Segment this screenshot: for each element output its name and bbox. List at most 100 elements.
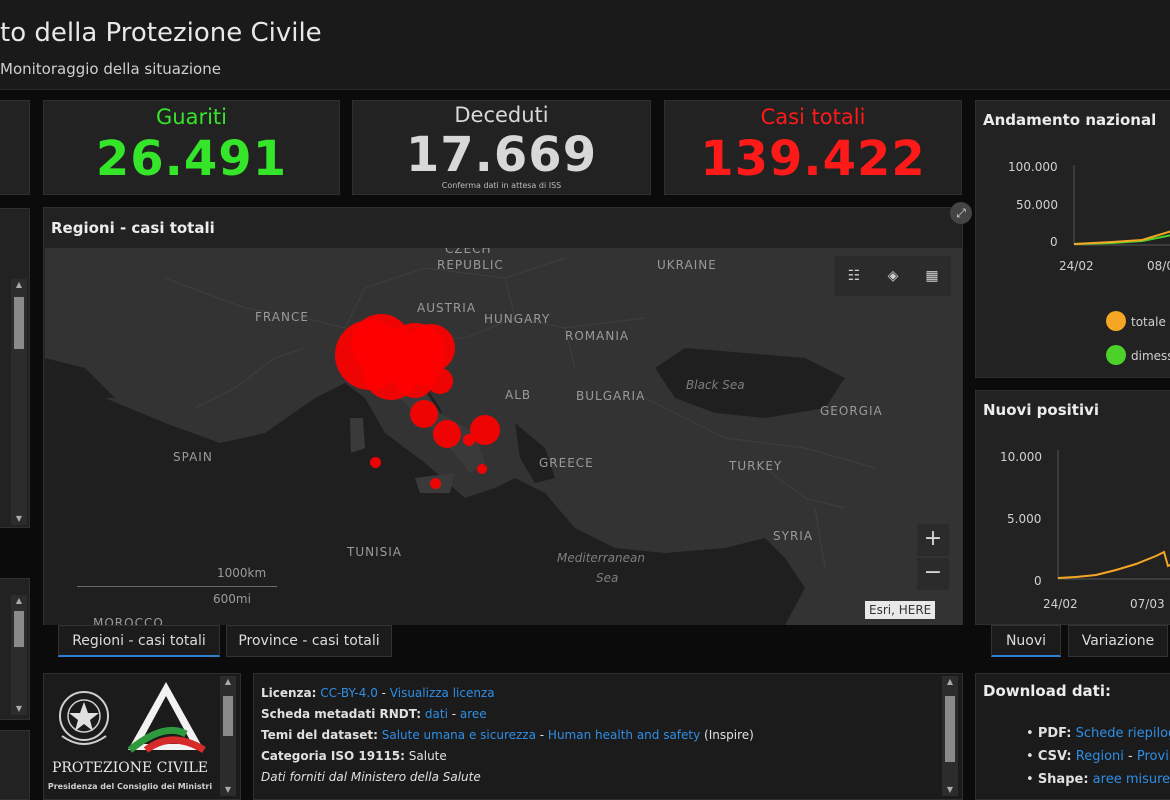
map-label-syria: SYRIA <box>773 529 814 543</box>
page-subtitle: Monitoraggio della situazione <box>0 60 221 78</box>
info-scrollbar[interactable]: ▲ ▼ <box>942 676 958 796</box>
map-label-georgia: GEORGIA <box>820 404 883 418</box>
scroll-down-icon[interactable]: ▼ <box>11 703 27 715</box>
tab-regioni[interactable]: Regioni - casi totali <box>58 625 220 657</box>
map-label-black-sea: Black Sea <box>686 378 745 392</box>
trend-chart-plot[interactable] <box>1072 161 1170 251</box>
scroll-down-icon[interactable]: ▼ <box>220 784 236 796</box>
region-bubble[interactable] <box>430 478 441 489</box>
themes-link-salute[interactable]: Salute umana e sicurezza <box>382 728 536 742</box>
trend-ytick: 50.000 <box>1016 198 1058 212</box>
region-bubble[interactable] <box>477 464 487 474</box>
map-label-romania: ROMANIA <box>565 329 630 343</box>
legend-list-icon[interactable]: ☷ <box>838 260 870 292</box>
recovered-panel: Guariti 26.491 <box>43 100 340 195</box>
region-bubble[interactable] <box>370 457 381 468</box>
download-pdf-link[interactable]: Schede riepilog <box>1076 726 1170 741</box>
region-bubble[interactable] <box>463 434 475 446</box>
scroll-up-icon[interactable]: ▲ <box>11 279 27 291</box>
deaths-value: 17.669 <box>405 127 598 183</box>
download-csv-regioni-link[interactable]: Regioni <box>1076 749 1124 764</box>
logo-panel: PROTEZIONE CIVILE Presidenza del Consigl… <box>43 673 241 800</box>
region-bubble[interactable] <box>433 420 461 448</box>
tab-variazione[interactable]: Variazione <box>1068 625 1168 657</box>
left-list-scrollbar[interactable]: ▲ ▼ <box>11 279 27 525</box>
qr-code-icon[interactable]: ▦ <box>916 260 948 292</box>
left-list-panel: ▲ ▼ <box>0 208 30 528</box>
scroll-down-icon[interactable]: ▼ <box>11 513 27 525</box>
tab-province[interactable]: Province - casi totali <box>226 625 392 657</box>
scroll-thumb[interactable] <box>14 611 24 647</box>
rndt-sep: - <box>447 707 460 721</box>
rndt-dati-link[interactable]: dati <box>425 707 448 721</box>
scroll-thumb[interactable] <box>945 696 955 762</box>
scale-bar <box>77 586 277 587</box>
logo-name: PROTEZIONE CIVILE <box>51 760 209 776</box>
protezione-civile-logo-icon <box>127 682 206 754</box>
scroll-thumb[interactable] <box>223 696 233 736</box>
download-shape-link[interactable]: aree misure d <box>1093 772 1170 787</box>
np-ytick: 0 <box>1034 574 1042 588</box>
scroll-thumb[interactable] <box>14 297 24 349</box>
license-value-link[interactable]: CC-BY-4.0 <box>320 686 378 700</box>
map-title: Regioni - casi totali <box>51 219 215 237</box>
fullscreen-icon[interactable]: ⤢ <box>950 202 972 224</box>
new-positive-tabs: Nuovi Variazione <box>975 625 1170 659</box>
map-label-med-sea: Sea <box>596 571 619 585</box>
download-pdf: • PDF: Schede riepilog <box>1026 726 1170 741</box>
new-positive-plot[interactable] <box>1056 446 1170 586</box>
region-bubble[interactable] <box>427 368 453 394</box>
legend-label-dimessi[interactable]: dimess <box>1131 349 1170 363</box>
info-panel: Licenza: CC-BY-4.0 - Visualizza licenza … <box>253 673 963 800</box>
map-label-republic: REPUBLIC <box>437 258 504 272</box>
download-csv-province-link[interactable]: Provinc <box>1137 749 1170 764</box>
map-view[interactable]: CZECH REPUBLIC UKRAINE FRANCE AUSTRIA HU… <box>45 248 962 625</box>
source-line: Dati forniti dal Ministero della Salute <box>261 770 481 784</box>
themes-line: Temi del dataset: Salute umana e sicurez… <box>261 728 754 742</box>
layers-icon[interactable]: ◈ <box>877 260 909 292</box>
map-label-mediterranean: Mediterranean <box>557 551 645 565</box>
themes-label: Temi del dataset: <box>261 728 378 742</box>
deaths-panel: Deceduti 17.669 Conferma dati in attesa … <box>352 100 651 195</box>
scale-km: 1000km <box>217 566 267 580</box>
region-bubble[interactable] <box>410 400 438 428</box>
trend-xtick: 08/0 <box>1147 259 1170 273</box>
scroll-up-icon[interactable]: ▲ <box>11 595 27 607</box>
bullet-icon: • <box>1026 772 1038 787</box>
logo-subtitle: Presidenza del Consiglio dei Ministri <box>47 782 213 791</box>
new-positive-panel: Nuovi positivi 10.000 5.000 0 24/02 07/0… <box>975 390 1170 625</box>
left-stat-panel <box>0 100 30 195</box>
license-view-link[interactable]: Visualizza licenza <box>390 686 495 700</box>
np-xtick: 24/02 <box>1043 597 1078 611</box>
scroll-up-icon[interactable]: ▲ <box>220 676 236 688</box>
iso-line: Categoria ISO 19115: Salute <box>261 749 447 763</box>
legend-label-totale[interactable]: totale <box>1131 315 1166 329</box>
tab-nuovi[interactable]: Nuovi <box>991 625 1061 657</box>
iso-label: Categoria ISO 19115: <box>261 749 405 763</box>
deaths-label: Deceduti <box>454 103 549 127</box>
download-pdf-label: PDF: <box>1037 726 1072 741</box>
themes-link-health[interactable]: Human health and safety <box>548 728 700 742</box>
zoom-in-button[interactable]: + <box>917 524 949 556</box>
legend-dot-totale <box>1106 311 1126 331</box>
themes-sep: - <box>535 728 548 742</box>
scroll-up-icon[interactable]: ▲ <box>942 676 958 688</box>
logo-scrollbar[interactable]: ▲ ▼ <box>220 676 236 796</box>
download-panel: Download dati: • PDF: Schede riepilog • … <box>975 673 1170 800</box>
scale-mi: 600mi <box>213 592 251 606</box>
rndt-aree-link[interactable]: aree <box>460 707 487 721</box>
download-csv: • CSV: Regioni - Provinc <box>1026 749 1170 764</box>
left-list-scrollbar-2[interactable]: ▲ ▼ <box>11 595 27 715</box>
trend-chart-title: Andamento nazional <box>983 111 1157 129</box>
download-title: Download dati: <box>983 682 1111 700</box>
map-attribution: Esri, HERE <box>865 601 936 619</box>
download-csv-sep: - <box>1123 749 1137 764</box>
zoom-out-button[interactable]: − <box>917 558 949 590</box>
left-bottom-panel <box>0 730 30 800</box>
left-list-panel-2: ▲ ▼ <box>0 578 30 720</box>
scroll-down-icon[interactable]: ▼ <box>942 784 958 796</box>
new-positive-title: Nuovi positivi <box>983 401 1100 419</box>
license-label: Licenza: <box>261 686 317 700</box>
map-label-ukraine: UKRAINE <box>657 258 717 272</box>
trend-chart-panel: Andamento nazional 100.000 50.000 0 24/0… <box>975 100 1170 378</box>
